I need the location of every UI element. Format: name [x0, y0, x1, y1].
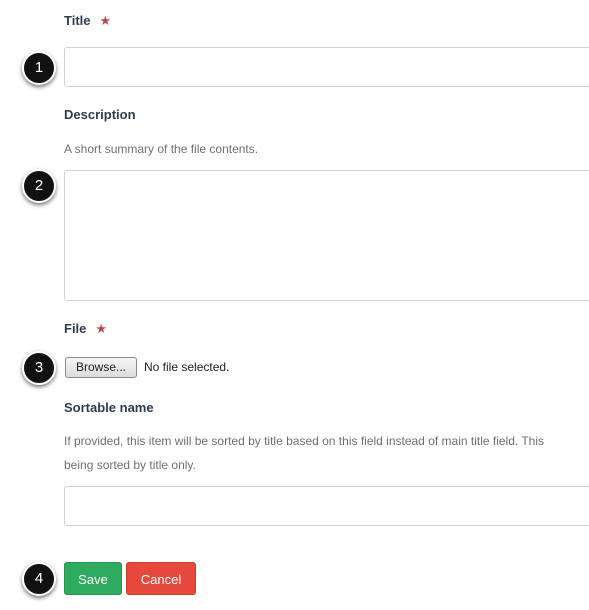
sortable-name-help-line2: being sorted by title only. [64, 458, 196, 472]
save-button[interactable]: Save [64, 562, 122, 595]
browse-button[interactable]: Browse... [65, 357, 137, 378]
title-label: Title ★ [64, 13, 111, 29]
callout-badge-1: 1 [22, 51, 56, 85]
description-label: Description [64, 107, 136, 122]
description-textarea[interactable] [64, 170, 589, 301]
sortable-name-label: Sortable name [64, 400, 154, 415]
title-input[interactable] [64, 47, 589, 87]
callout-badge-3: 3 [22, 351, 56, 385]
callout-badge-2: 2 [22, 169, 56, 203]
sortable-name-input[interactable] [64, 486, 589, 526]
file-label-text: File [64, 321, 87, 336]
title-label-text: Title [64, 13, 91, 28]
required-star-icon: ★ [95, 321, 108, 336]
file-label: File ★ [64, 321, 107, 337]
sortable-name-help-line1: If provided, this item will be sorted by… [64, 434, 545, 448]
description-help: A short summary of the file contents. [64, 142, 259, 156]
required-star-icon: ★ [99, 13, 112, 28]
callout-badge-4: 4 [22, 562, 56, 596]
file-status-text: No file selected. [144, 360, 230, 374]
cancel-button[interactable]: Cancel [126, 562, 196, 595]
